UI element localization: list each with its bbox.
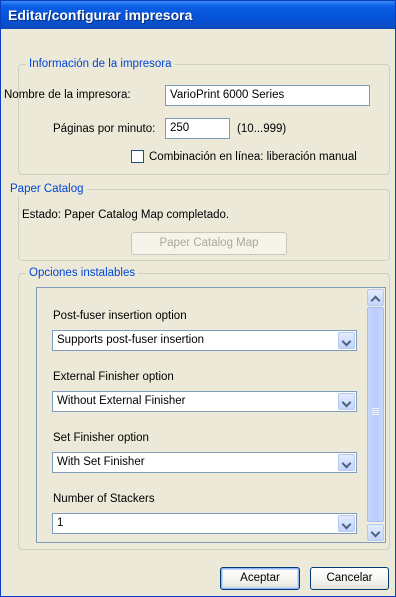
chevron-down-icon[interactable] (338, 393, 355, 410)
inline-finishing-checkbox[interactable] (131, 150, 144, 163)
window-title: Editar/configurar impresora (1, 1, 395, 29)
cancel-button[interactable]: Cancelar (310, 567, 389, 590)
vertical-scrollbar[interactable] (367, 288, 385, 542)
select-value: With Set Finisher (57, 456, 145, 468)
select-value: 1 (57, 517, 64, 529)
option-label: External Finisher option (53, 371, 174, 383)
scroll-down-icon[interactable] (367, 524, 384, 541)
select-value: Without External Finisher (57, 395, 186, 407)
external-finisher-select[interactable]: Without External Finisher (52, 391, 357, 412)
pages-per-minute-label: Páginas por minuto: (53, 123, 156, 135)
pages-per-minute-field[interactable]: 250 (165, 118, 230, 139)
installable-options-legend: Opciones instalables (26, 266, 139, 280)
installable-options-list: Post-fuser insertion option Supports pos… (36, 287, 386, 543)
paper-catalog-map-button[interactable]: Paper Catalog Map (131, 232, 287, 255)
paper-catalog-legend: Paper Catalog (7, 182, 87, 196)
printer-name-label: Nombre de la impresora: (4, 89, 131, 101)
option-label: Set Finisher option (53, 432, 149, 444)
printer-name-field[interactable]: VarioPrint 6000 Series (165, 85, 370, 106)
scrollbar-thumb[interactable] (367, 307, 384, 522)
select-value: Supports post-fuser insertion (57, 334, 205, 346)
scroll-up-icon[interactable] (367, 289, 384, 306)
ok-button[interactable]: Aceptar (220, 567, 300, 590)
post-fuser-insertion-select[interactable]: Supports post-fuser insertion (52, 330, 357, 351)
inline-finishing-label: Combinación en línea: liberación manual (149, 151, 357, 163)
dialog-window: Editar/configurar impresora Información … (0, 0, 396, 597)
option-label: Number of Stackers (53, 493, 155, 505)
paper-catalog-status: Estado: Paper Catalog Map completado. (22, 209, 230, 221)
chevron-down-icon[interactable] (338, 332, 355, 349)
pages-per-minute-range: (10...999) (237, 123, 287, 135)
printer-info-legend: Información de la impresora (26, 57, 175, 71)
set-finisher-select[interactable]: With Set Finisher (52, 452, 357, 473)
option-label: Post-fuser insertion option (53, 310, 187, 322)
chevron-down-icon[interactable] (338, 454, 355, 471)
number-of-stackers-select[interactable]: 1 (52, 513, 357, 534)
chevron-down-icon[interactable] (338, 515, 355, 532)
